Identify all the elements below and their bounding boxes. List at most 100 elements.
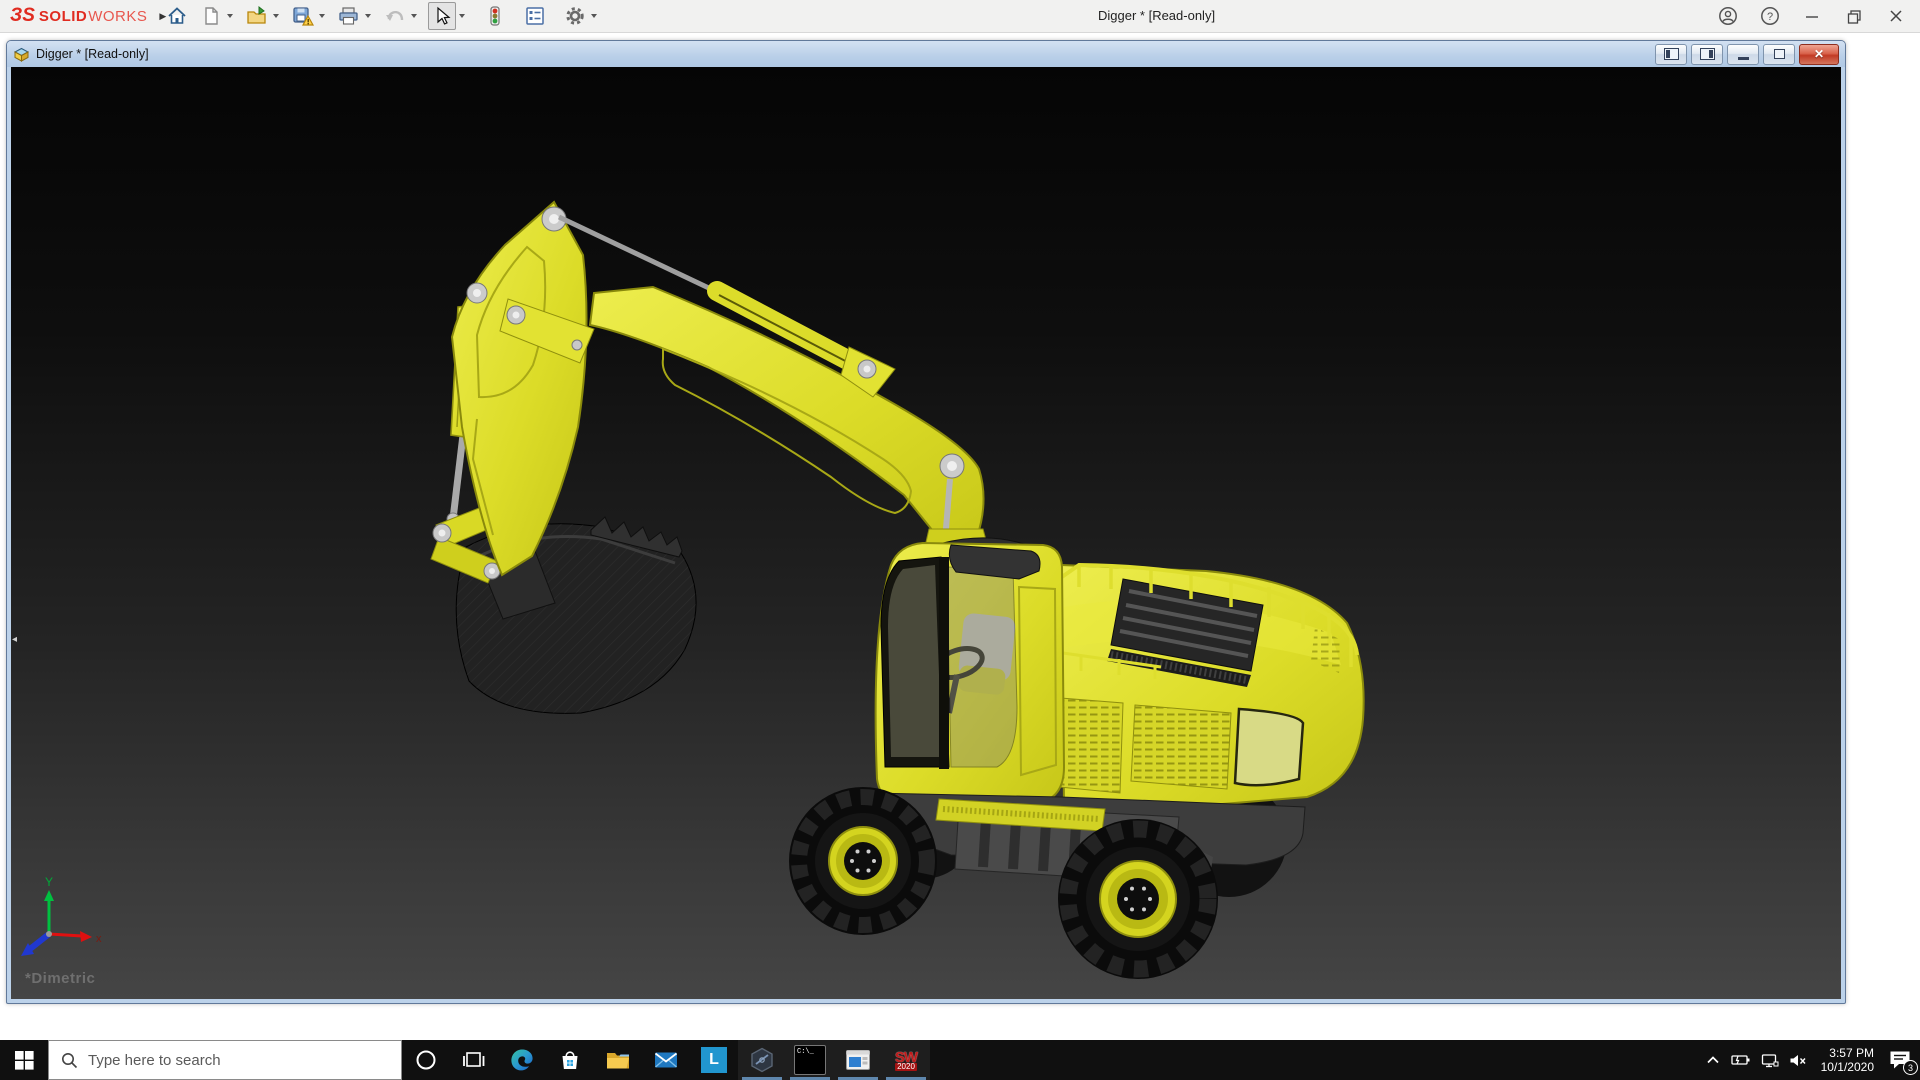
home-icon	[168, 7, 186, 24]
document-titlebar[interactable]: Digger * [Read-only] ✕	[7, 41, 1845, 67]
account-icon	[1719, 7, 1737, 25]
help-button[interactable]: ?	[1756, 2, 1784, 30]
orientation-label: *Dimetric	[25, 970, 96, 987]
taskbar-item-file-explorer[interactable]	[594, 1040, 642, 1080]
clock-time: 3:57 PM	[1829, 1046, 1874, 1060]
options-dropdown[interactable]	[588, 3, 600, 29]
battery-icon[interactable]	[1730, 1053, 1751, 1067]
cab[interactable]	[874, 541, 1066, 811]
restore-button[interactable]	[1840, 2, 1868, 30]
undo-button[interactable]	[382, 3, 408, 29]
gear-icon	[566, 7, 584, 25]
machine-body[interactable]	[1018, 562, 1365, 811]
volume-muted-icon[interactable]	[1789, 1053, 1807, 1068]
doc-restore-button[interactable]	[1763, 43, 1795, 65]
open-dropdown[interactable]	[270, 3, 282, 29]
save-dropdown[interactable]	[316, 3, 328, 29]
hexagon-app-icon	[751, 1047, 773, 1073]
doc-minimize-icon	[1737, 56, 1749, 60]
doc-close-button[interactable]: ✕	[1799, 43, 1839, 65]
part-document-icon	[13, 47, 30, 62]
svg-text:?: ?	[1767, 11, 1773, 23]
task-view-icon	[463, 1052, 485, 1067]
tray-chevron-icon[interactable]	[1705, 1053, 1721, 1067]
front-wheel[interactable]	[789, 787, 937, 935]
notification-count-badge: 3	[1903, 1060, 1918, 1075]
home-button[interactable]	[164, 3, 190, 29]
solidworks-app-icon: SW 2020	[894, 1048, 918, 1071]
taskbar-item-hexagon-app[interactable]	[738, 1040, 786, 1080]
file-properties-button[interactable]	[522, 3, 548, 29]
l-app-icon: L	[701, 1047, 727, 1073]
cursor-icon	[437, 6, 451, 25]
cortana-icon	[416, 1050, 436, 1070]
app-window-title: Digger * [Read-only]	[1098, 8, 1216, 23]
rear-wheel[interactable]	[1058, 819, 1218, 979]
orientation-triad: Y x	[21, 875, 102, 956]
application-titlebar: ЗS SOLID WORKS ▶ Digger * [Read-only] ?	[0, 0, 1920, 33]
new-document-icon	[205, 7, 218, 25]
select-tool-button[interactable]	[428, 2, 456, 30]
solidworks-logo: ЗS SOLID WORKS ▶	[10, 0, 166, 32]
document-window-controls: ✕	[1655, 43, 1839, 65]
brand-solid: SOLID	[38, 7, 88, 25]
taskbar-item-cortana[interactable]	[402, 1040, 450, 1080]
brand-works: WORKS	[88, 7, 148, 25]
solidworks-logo-icon: ЗS	[10, 5, 35, 26]
windows-taskbar: L C:\_ SW 2020	[0, 1040, 1920, 1080]
taskbar-clock[interactable]: 3:57 PM 10/1/2020	[1817, 1046, 1878, 1074]
quick-access-toolbar	[164, 2, 600, 30]
graphics-viewport[interactable]: Y x *Dimetric ◂	[11, 67, 1841, 999]
taskbar-search-input[interactable]	[86, 1050, 370, 1070]
undo-icon	[386, 11, 404, 21]
toggle-left-pane-button[interactable]	[1655, 43, 1687, 65]
save-button[interactable]	[290, 3, 316, 29]
app-window-controls: ?	[1714, 0, 1910, 32]
action-center-button[interactable]: 3	[1888, 1049, 1918, 1075]
account-button[interactable]	[1714, 2, 1742, 30]
start-button[interactable]	[0, 1040, 48, 1080]
minimize-button[interactable]	[1798, 2, 1826, 30]
taskbar-search[interactable]	[48, 1040, 402, 1080]
svg-text:Y: Y	[45, 875, 53, 889]
store-icon	[562, 1051, 578, 1069]
print-icon	[339, 7, 358, 25]
digger-model[interactable]: Y x	[11, 67, 1839, 997]
close-button[interactable]	[1882, 2, 1910, 30]
rebuild-button[interactable]	[482, 3, 508, 29]
taskbar-item-mail[interactable]	[642, 1040, 690, 1080]
select-tool-dropdown[interactable]	[456, 3, 468, 29]
taskbar-item-edge[interactable]	[498, 1040, 546, 1080]
doc-restore-icon	[1773, 49, 1785, 59]
file-explorer-icon	[607, 1053, 629, 1069]
options-button[interactable]	[562, 3, 588, 29]
mail-icon	[654, 1052, 678, 1068]
undo-dropdown[interactable]	[408, 3, 420, 29]
window-app-icon	[846, 1050, 870, 1070]
system-tray: 3:57 PM 10/1/2020 3	[1705, 1046, 1920, 1075]
search-icon	[62, 1052, 78, 1068]
taskbar-item-solidworks[interactable]: SW 2020	[882, 1040, 930, 1080]
doc-close-icon: ✕	[1813, 47, 1825, 61]
new-document-button[interactable]	[198, 3, 224, 29]
print-dropdown[interactable]	[362, 3, 374, 29]
file-properties-icon	[526, 7, 544, 25]
help-icon: ?	[1761, 7, 1779, 25]
doc-minimize-button[interactable]	[1727, 43, 1759, 65]
clock-date: 10/1/2020	[1820, 1060, 1874, 1074]
close-icon	[1890, 10, 1902, 22]
minimize-icon	[1806, 16, 1818, 18]
taskbar-item-l-app[interactable]: L	[690, 1040, 738, 1080]
print-button[interactable]	[336, 3, 362, 29]
edge-icon	[511, 1049, 533, 1071]
taskbar-item-command-prompt[interactable]: C:\_	[786, 1040, 834, 1080]
taskbar-item-store[interactable]	[546, 1040, 594, 1080]
rebuild-traffic-light-icon	[490, 6, 500, 26]
new-document-dropdown[interactable]	[224, 3, 236, 29]
network-icon[interactable]	[1761, 1053, 1779, 1068]
open-button[interactable]	[244, 3, 270, 29]
taskbar-item-task-view[interactable]	[450, 1040, 498, 1080]
feature-tree-collapse-arrow[interactable]: ◂	[12, 635, 17, 645]
taskbar-item-window-app[interactable]	[834, 1040, 882, 1080]
toggle-right-pane-button[interactable]	[1691, 43, 1723, 65]
